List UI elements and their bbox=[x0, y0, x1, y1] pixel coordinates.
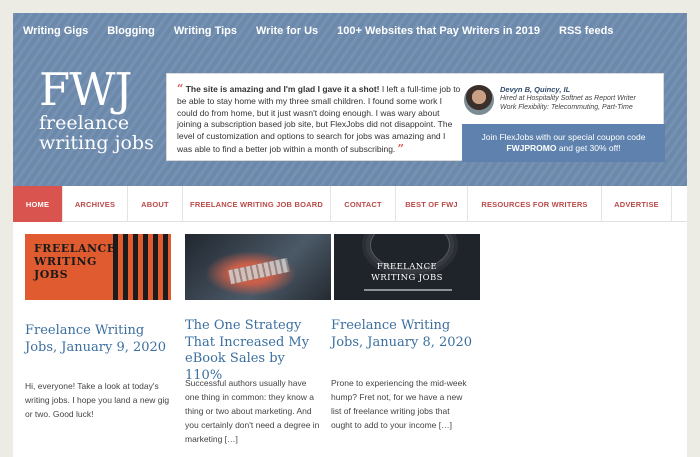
logo-line-1: freelance bbox=[39, 112, 130, 134]
promo-discount: and get 30% off! bbox=[556, 143, 621, 153]
person-name: Devyn B, Quincy, IL bbox=[500, 85, 571, 94]
post-excerpt-1: Hi, everyone! Take a look at today's wri… bbox=[25, 381, 170, 419]
topnav-rss-feeds[interactable]: RSS feeds bbox=[559, 25, 613, 37]
top-nav: Writing Gigs Blogging Writing Tips Write… bbox=[13, 13, 687, 49]
site-header: Writing Gigs Blogging Writing Tips Write… bbox=[13, 13, 687, 186]
logo-abbr: FWJ bbox=[39, 63, 133, 116]
site-logo[interactable]: FWJ freelance writing jobs bbox=[39, 67, 159, 177]
testimonial-quote: “ The site is amazing and I'm glad I gav… bbox=[177, 83, 462, 156]
promo-line-2: FWJPROMO and get 30% off! bbox=[462, 143, 665, 154]
topnav-write-for-us[interactable]: Write for Us bbox=[256, 25, 318, 37]
topnav-blogging[interactable]: Blogging bbox=[107, 25, 155, 37]
mainnav-best-of-fwj[interactable]: BEST OF FWJ bbox=[396, 186, 468, 222]
logo-line-2: writing jobs bbox=[39, 132, 154, 154]
mainnav-about[interactable]: ABOUT bbox=[128, 186, 183, 222]
quote-body: I left a full-time job to be able to sta… bbox=[177, 84, 461, 154]
thumbnail-3-caption: FREELANCE WRITING JOBS bbox=[371, 262, 443, 283]
post-thumbnail-3[interactable]: FREELANCE WRITING JOBS bbox=[334, 234, 480, 300]
thumbnail-1-stripes bbox=[113, 234, 171, 300]
mainnav-contact[interactable]: CONTACT bbox=[331, 186, 396, 222]
promo-line-1: Join FlexJobs with our special coupon co… bbox=[481, 132, 646, 142]
site-container: Writing Gigs Blogging Writing Tips Write… bbox=[13, 13, 687, 457]
close-quote-icon: ” bbox=[397, 141, 404, 155]
post-title-2[interactable]: The One Strategy That Increased My eBook… bbox=[185, 318, 325, 384]
post-thumbnail-2[interactable] bbox=[185, 234, 331, 300]
person-job: Hired at Hospitality Softnet as Report W… bbox=[500, 95, 636, 102]
person-flexibility: Work Flexibility: Telecommuting, Part-Ti… bbox=[500, 104, 633, 111]
promo-coupon-box[interactable]: Join FlexJobs with our special coupon co… bbox=[462, 124, 665, 162]
mainnav-job-board[interactable]: FREELANCE WRITING JOB BOARD bbox=[183, 186, 331, 222]
mainnav-archives[interactable]: ARCHIVES bbox=[63, 186, 128, 222]
main-nav: HOME ARCHIVES ABOUT FREELANCE WRITING JO… bbox=[13, 186, 687, 222]
post-thumbnail-1[interactable]: FREELANCE WRITING JOBS bbox=[25, 234, 171, 300]
mainnav-advertise[interactable]: ADVERTISE bbox=[602, 186, 672, 222]
post-title-3[interactable]: Freelance Writing Jobs, January 8, 2020 bbox=[331, 318, 481, 351]
thumbnail-3-url-line bbox=[364, 289, 452, 291]
testimonial-person: Devyn B, Quincy, IL Hired at Hospitality… bbox=[500, 85, 665, 112]
open-quote-icon: “ bbox=[177, 82, 184, 95]
post-title-1[interactable]: Freelance Writing Jobs, January 9, 2020 bbox=[25, 323, 175, 356]
topnav-websites-pay-writers[interactable]: 100+ Websites that Pay Writers in 2019 bbox=[337, 25, 540, 37]
mainnav-home[interactable]: HOME bbox=[13, 186, 63, 222]
mainnav-resources[interactable]: RESOURCES FOR WRITERS bbox=[468, 186, 602, 222]
post-excerpt-3: Prone to experiencing the mid-week hump?… bbox=[331, 378, 467, 430]
quote-highlight: The site is amazing and I'm glad I gave … bbox=[185, 84, 380, 94]
topnav-writing-gigs[interactable]: Writing Gigs bbox=[23, 25, 88, 37]
thumbnail-1-caption: FREELANCE WRITING JOBS bbox=[34, 242, 116, 281]
testimonial-avatar bbox=[464, 85, 494, 115]
promo-code: FWJPROMO bbox=[506, 143, 557, 153]
flexjobs-testimonial-banner[interactable]: “ The site is amazing and I'm glad I gav… bbox=[166, 73, 665, 162]
post-excerpt-2: Successful authors usually have one thin… bbox=[185, 378, 320, 444]
topnav-writing-tips[interactable]: Writing Tips bbox=[174, 25, 237, 37]
